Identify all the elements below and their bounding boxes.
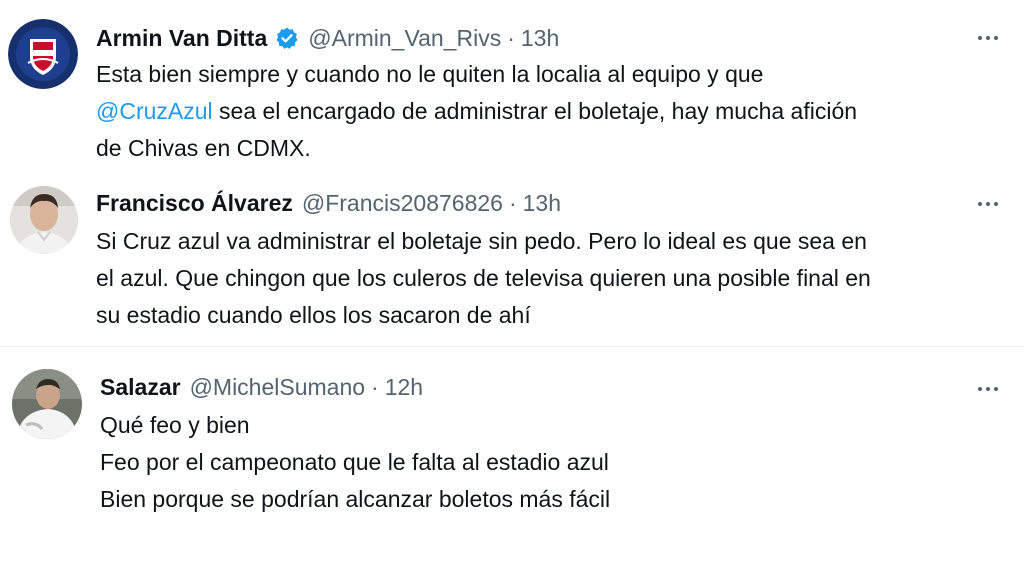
separator-dot: · xyxy=(507,25,515,51)
separator-dot: · xyxy=(371,374,379,400)
more-options-icon[interactable] xyxy=(973,28,1003,48)
tweet-card[interactable]: Armin Van Ditta @Armin_Van_Rivs · 13h Es… xyxy=(0,0,1024,175)
avatar[interactable] xyxy=(10,186,78,254)
tweet-text-line: Si Cruz azul va administrar el boletaje … xyxy=(96,228,867,254)
tweet-text-line: de Chivas en CDMX. xyxy=(96,135,311,161)
tweet-text-line: el azul. Que chingon que los culeros de … xyxy=(96,265,871,291)
tweet-timestamp[interactable]: 13h xyxy=(521,24,559,52)
separator-dot: · xyxy=(508,190,517,216)
tweet-text-line: Feo por el campeonato que le falta al es… xyxy=(100,449,609,475)
tweet-text-fragment: sea el encargado de administrar el bolet… xyxy=(212,98,858,124)
mention-link[interactable]: @CruzAzul xyxy=(96,98,213,124)
tweet-card[interactable]: Salazar @MichelSumano · 12h Qué feo y bi… xyxy=(0,347,1024,572)
tweet-card[interactable]: Francisco Álvarez @Francis20876826 · 13h… xyxy=(0,175,1024,345)
tweet-text-line: Qué feo y bien xyxy=(100,412,250,438)
tweet-timestamp[interactable]: 13h xyxy=(523,189,561,217)
tweet-text: Qué feo y bien Feo por el campeonato que… xyxy=(100,407,610,518)
tweet-text: Si Cruz azul va administrar el boletaje … xyxy=(96,223,871,334)
author-name[interactable]: Salazar xyxy=(100,373,181,401)
more-options-icon[interactable] xyxy=(973,194,1003,214)
more-options-icon[interactable] xyxy=(973,379,1003,399)
avatar[interactable] xyxy=(8,19,78,89)
verified-badge-icon xyxy=(275,26,299,50)
user-photo-icon xyxy=(10,186,78,254)
tweet-timestamp[interactable]: 12h xyxy=(385,373,423,401)
tweet-header: Armin Van Ditta @Armin_Van_Rivs · 13h xyxy=(96,24,559,52)
team-logo-icon xyxy=(8,19,78,89)
author-handle[interactable]: @Francis20876826 xyxy=(302,189,503,217)
tweet-feed: Armin Van Ditta @Armin_Van_Rivs · 13h Es… xyxy=(0,0,1024,572)
tweet-text-line: su estadio cuando ellos los sacaron de a… xyxy=(96,302,531,328)
author-name[interactable]: Francisco Álvarez xyxy=(96,189,293,217)
tweet-text-line: @CruzAzul sea el encargado de administra… xyxy=(96,93,857,130)
author-name[interactable]: Armin Van Ditta xyxy=(96,24,267,52)
tweet-header: Salazar @MichelSumano · 12h xyxy=(100,373,423,401)
tweet-text-line: Esta bien siempre y cuando no le quiten … xyxy=(96,61,764,87)
tweet-text-line: Bien porque se podrían alcanzar boletos … xyxy=(100,486,611,512)
user-photo-icon xyxy=(12,369,82,439)
tweet-header: Francisco Álvarez @Francis20876826 · 13h xyxy=(96,189,561,217)
avatar[interactable] xyxy=(12,369,82,439)
tweet-text: Esta bien siempre y cuando no le quiten … xyxy=(96,56,857,167)
author-handle[interactable]: @MichelSumano xyxy=(190,373,365,401)
author-handle[interactable]: @Armin_Van_Rivs xyxy=(308,24,501,52)
